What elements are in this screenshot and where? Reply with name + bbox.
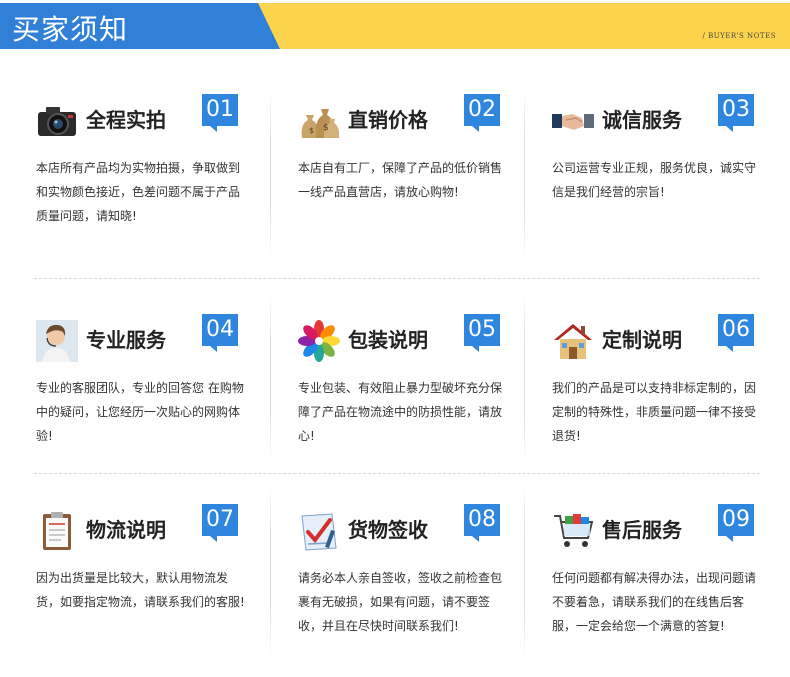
card-description: 公司运营专业正规，服务优良，诚实守信是我们经营的宗旨!	[552, 161, 757, 199]
card-number-badge: 06	[718, 314, 754, 352]
column-divider	[524, 293, 525, 463]
house-icon	[552, 320, 594, 362]
card-title: 售后服务	[602, 518, 682, 542]
note-card: 专业服务 04 专业的客服团队，专业的回答您 在购物中的疑问，让您经历一次贴心的…	[16, 298, 252, 476]
card-number-badge: 08	[464, 504, 500, 542]
card-title: 专业服务	[86, 328, 166, 352]
column-divider	[270, 483, 271, 658]
note-card: 售后服务 09 任何问题都有解决得办法，出现问题请不要着急，请联系我们的在线售后…	[532, 488, 768, 666]
money-bags-icon: $ $	[298, 100, 340, 142]
note-card: 诚信服务 03 公司运营专业正规，服务优良，诚实守信是我们经营的宗旨!	[532, 78, 768, 256]
card-number-badge: 03	[718, 94, 754, 132]
clipboard-icon	[36, 510, 78, 552]
card-number-badge: 02	[464, 94, 500, 132]
page-subtitle: / BUYER'S NOTES	[702, 32, 776, 40]
handshake-icon	[552, 100, 594, 142]
card-title: 全程实拍	[86, 108, 166, 132]
card-description: 本店自有工厂，保障了产品的低价销售一线产品直营店，请放心购物!	[298, 161, 503, 199]
card-description: 专业的客服团队，专业的回答您 在购物中的疑问，让您经历一次贴心的网购体验!	[36, 381, 244, 443]
card-description: 请务必本人亲自签收，签收之前检查包裹有无破损，如果有问题，请不要签收，并且在尽快…	[298, 571, 503, 633]
customer-service-icon	[36, 320, 78, 362]
svg-text:$: $	[323, 123, 329, 133]
note-card: 货物签收 08 请务必本人亲自签收，签收之前检查包裹有无破损，如果有问题，请不要…	[278, 488, 514, 666]
note-card: 物流说明 07 因为出货量是比较大，默认用物流发货，如要指定物流，请联系我们的客…	[16, 488, 252, 666]
card-title: 货物签收	[348, 518, 428, 542]
shopping-cart-icon	[552, 510, 594, 552]
note-card: 定制说明 06 我们的产品是可以支持非标定制的，因定制的特殊性，非质量问题一律不…	[532, 298, 768, 476]
note-card: 包装说明 05 专业包装、有效阻止暴力型破坏充分保障了产品在物流途中的防损性能，…	[278, 298, 514, 476]
column-divider	[270, 293, 271, 463]
card-title: 物流说明	[86, 518, 166, 542]
card-number-badge: 01	[202, 94, 238, 132]
card-title: 诚信服务	[602, 108, 682, 132]
camera-icon	[36, 100, 78, 142]
card-title: 直销价格	[348, 108, 428, 132]
card-title: 定制说明	[602, 328, 682, 352]
card-description: 专业包装、有效阻止暴力型破坏充分保障了产品在物流途中的防损性能，请放心!	[298, 381, 503, 443]
card-description: 我们的产品是可以支持非标定制的，因定制的特殊性，非质量问题一律不接受退货!	[552, 381, 757, 443]
column-divider	[270, 88, 271, 258]
notes-grid: 全程实拍 01 本店所有产品均为实物拍摄，争取做到和实物颜色接近，色差问题不属于…	[16, 78, 776, 668]
color-wheel-icon	[298, 320, 340, 362]
page-title: 买家须知	[12, 13, 129, 46]
card-number-badge: 04	[202, 314, 238, 352]
column-divider	[524, 88, 525, 258]
row-divider	[34, 278, 760, 280]
svg-text:$: $	[309, 126, 314, 135]
column-divider	[524, 483, 525, 658]
note-card: 全程实拍 01 本店所有产品均为实物拍摄，争取做到和实物颜色接近，色差问题不属于…	[16, 78, 252, 256]
card-title: 包装说明	[348, 328, 428, 352]
header-banner: 买家须知 / BUYER'S NOTES	[0, 0, 790, 50]
card-number-badge: 05	[464, 314, 500, 352]
note-card: $ $ 直销价格 02 本店自有工厂，保障了产品的低价销售一线产品直营店，请放心…	[278, 78, 514, 256]
card-description: 本店所有产品均为实物拍摄，争取做到和实物颜色接近，色差问题不属于产品质量问题，请…	[36, 161, 241, 223]
card-number-badge: 07	[202, 504, 238, 542]
checklist-icon	[298, 510, 340, 552]
card-number-badge: 09	[718, 504, 754, 542]
card-description: 任何问题都有解决得办法，出现问题请不要着急，请联系我们的在线售后客服，一定会给您…	[552, 571, 757, 633]
card-description: 因为出货量是比较大，默认用物流发货，如要指定物流，请联系我们的客服!	[36, 571, 245, 609]
